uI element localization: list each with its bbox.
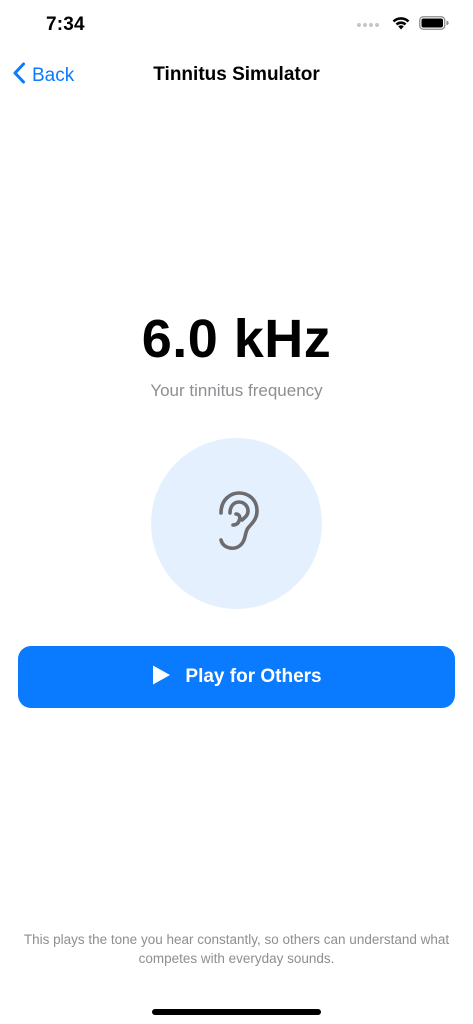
play-button-label: Play for Others bbox=[185, 666, 322, 687]
status-bar: 7:34 bbox=[0, 0, 473, 52]
frequency-value: 6.0 kHz bbox=[141, 309, 332, 369]
footer-note: This plays the tone you hear constantly,… bbox=[23, 932, 450, 966]
page-title: Tinnitus Simulator bbox=[153, 64, 320, 85]
play-icon bbox=[151, 664, 171, 691]
play-for-others-button[interactable]: Play for Others bbox=[18, 646, 455, 708]
status-indicators bbox=[357, 14, 449, 36]
ear-icon bbox=[213, 489, 261, 558]
ear-badge bbox=[151, 438, 322, 609]
status-time: 7:34 bbox=[46, 14, 85, 35]
frequency-caption: Your tinnitus frequency bbox=[150, 381, 323, 400]
cellular-signal-icon bbox=[357, 23, 379, 27]
navigation-bar: Back Tinnitus Simulator bbox=[0, 52, 473, 100]
home-indicator[interactable] bbox=[152, 1009, 321, 1015]
battery-icon bbox=[419, 15, 449, 35]
wifi-icon bbox=[391, 15, 411, 35]
